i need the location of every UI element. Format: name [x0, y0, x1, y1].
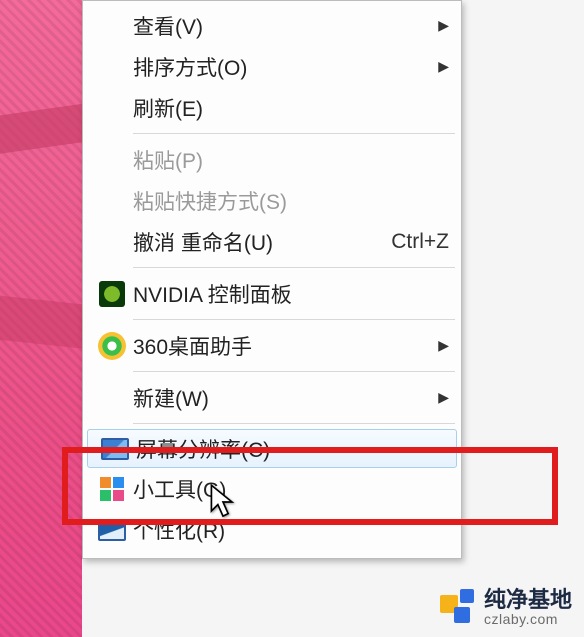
menu-item-label: 新建(W) — [133, 383, 438, 413]
menu-item[interactable]: 排序方式(O)▶ — [85, 46, 459, 87]
menu-item-icon-slot — [91, 514, 133, 546]
menu-item-icon-slot — [91, 185, 133, 217]
menu-item[interactable]: 刷新(E) — [85, 87, 459, 128]
nvidia-icon — [99, 281, 125, 307]
monitor-icon — [101, 438, 129, 460]
menu-item-label: 360桌面助手 — [133, 331, 438, 361]
menu-item-icon-slot — [91, 144, 133, 176]
menu-item-label: 小工具(G) — [133, 474, 449, 504]
menu-item[interactable]: 新建(W)▶ — [85, 377, 459, 418]
menu-item-icon-slot — [91, 51, 133, 83]
submenu-arrow-icon: ▶ — [438, 17, 449, 34]
watermark-logo-icon — [440, 589, 476, 625]
menu-item-icon-slot — [91, 10, 133, 42]
menu-item-icon-slot — [91, 92, 133, 124]
menu-item[interactable]: 360桌面助手▶ — [85, 325, 459, 366]
menu-item-label: 屏幕分辨率(C) — [136, 434, 446, 464]
menu-item-label: 查看(V) — [133, 11, 438, 41]
submenu-arrow-icon: ▶ — [438, 337, 449, 354]
menu-item-label: 个性化(R) — [133, 515, 449, 545]
menu-item-label: NVIDIA 控制面板 — [133, 279, 449, 309]
360-icon — [98, 332, 126, 360]
menu-item-label: 撤消 重命名(U) — [133, 227, 373, 257]
gadgets-icon — [100, 477, 124, 501]
menu-separator — [133, 423, 455, 424]
watermark-url: czlaby.com — [484, 611, 572, 627]
menu-item: 粘贴快捷方式(S) — [85, 180, 459, 221]
menu-item-icon-slot — [91, 330, 133, 362]
menu-item-icon-slot — [91, 473, 133, 505]
submenu-arrow-icon: ▶ — [438, 389, 449, 406]
menu-item[interactable]: 小工具(G) — [85, 468, 459, 509]
desktop-wallpaper — [0, 0, 82, 637]
menu-separator — [133, 319, 455, 320]
menu-item-label: 粘贴快捷方式(S) — [133, 186, 449, 216]
desktop-context-menu: 查看(V)▶排序方式(O)▶刷新(E)粘贴(P)粘贴快捷方式(S)撤消 重命名(… — [82, 0, 462, 559]
menu-item-icon-slot — [94, 433, 136, 465]
menu-item[interactable]: NVIDIA 控制面板 — [85, 273, 459, 314]
menu-item-icon-slot — [91, 382, 133, 414]
personalize-icon — [98, 519, 126, 541]
menu-item[interactable]: 查看(V)▶ — [85, 5, 459, 46]
menu-item[interactable]: 撤消 重命名(U) Ctrl+Z — [85, 221, 459, 262]
menu-separator — [133, 267, 455, 268]
watermark-title: 纯净基地 — [484, 588, 572, 611]
menu-item-shortcut: Ctrl+Z — [391, 230, 449, 254]
menu-separator — [133, 371, 455, 372]
menu-item-icon-slot — [91, 278, 133, 310]
watermark: 纯净基地 czlaby.com — [440, 588, 572, 627]
menu-item[interactable]: 屏幕分辨率(C) — [87, 429, 457, 468]
menu-item[interactable]: 个性化(R) — [85, 509, 459, 550]
menu-separator — [133, 133, 455, 134]
menu-item-label: 粘贴(P) — [133, 145, 449, 175]
menu-item-label: 刷新(E) — [133, 93, 449, 123]
submenu-arrow-icon: ▶ — [438, 58, 449, 75]
menu-item-label: 排序方式(O) — [133, 52, 438, 82]
menu-item: 粘贴(P) — [85, 139, 459, 180]
menu-item-icon-slot — [91, 226, 133, 258]
